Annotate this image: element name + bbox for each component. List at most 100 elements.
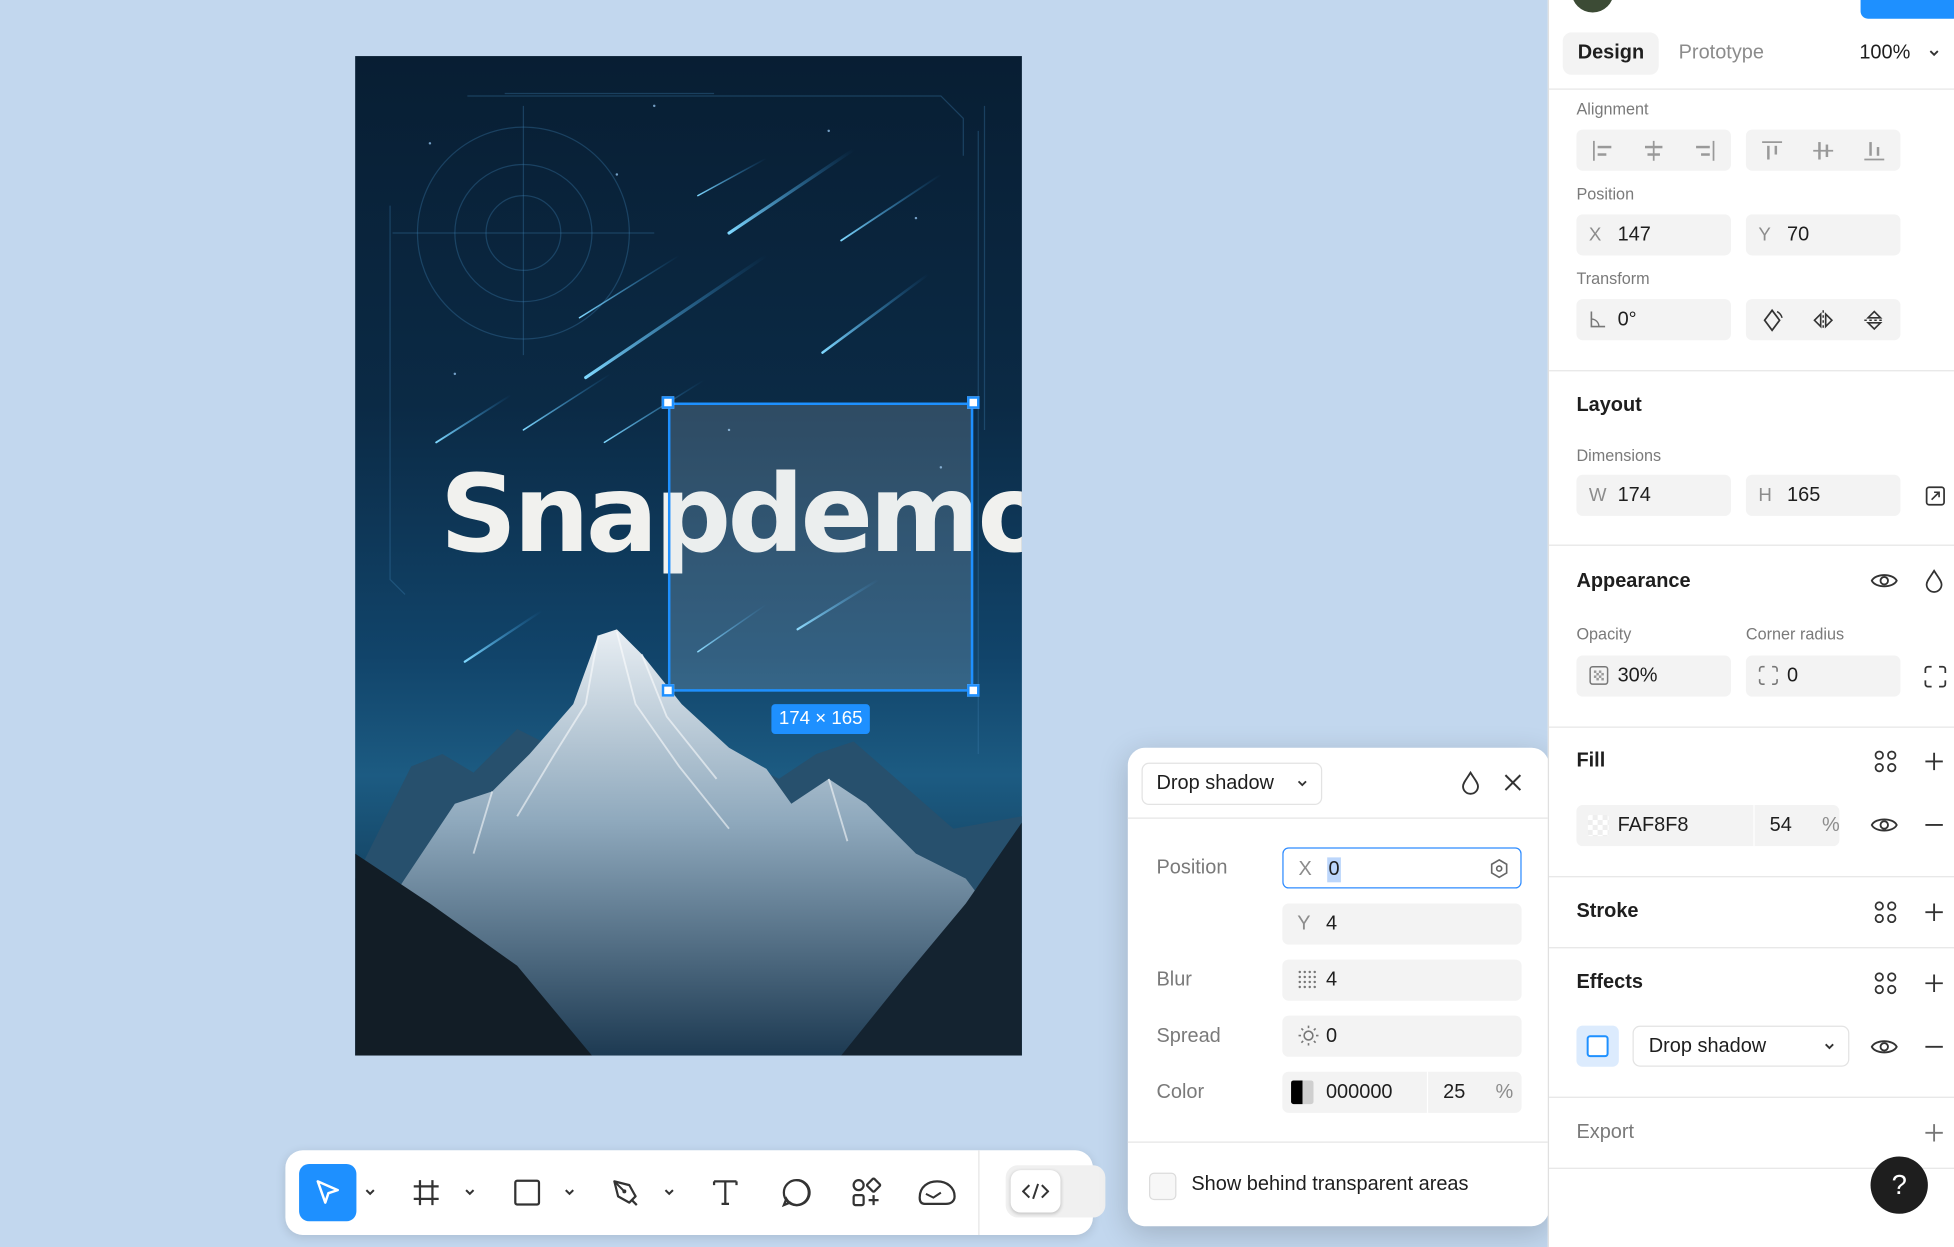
frame-tool-menu[interactable] xyxy=(461,1164,478,1221)
rotation-input[interactable]: 0° xyxy=(1576,299,1731,341)
align-left-icon[interactable] xyxy=(1576,130,1627,171)
add-export-plus-icon[interactable] xyxy=(1919,1118,1949,1148)
height-input[interactable]: H 165 xyxy=(1745,474,1901,516)
transform-label: Transform xyxy=(1576,269,1650,288)
effect-settings-button[interactable] xyxy=(1576,1025,1619,1067)
y-position-input[interactable]: Y 70 xyxy=(1745,214,1901,256)
selected-rectangle[interactable] xyxy=(667,402,974,692)
percent-sign: % xyxy=(1821,815,1840,837)
shadow-y-input[interactable]: Y 4 xyxy=(1282,903,1522,945)
components-grid-icon xyxy=(852,1177,882,1207)
vertical-align-group xyxy=(1745,129,1901,171)
resize-handle-top-right[interactable] xyxy=(967,396,980,409)
x-position-value: 147 xyxy=(1617,224,1651,246)
pen-tool[interactable] xyxy=(607,1164,644,1221)
chevron-down-icon[interactable] xyxy=(1928,42,1940,71)
spread-input[interactable]: 0 xyxy=(1282,1015,1522,1057)
blur-input[interactable]: 4 xyxy=(1282,959,1522,1001)
styles-grid-icon[interactable] xyxy=(1871,746,1901,776)
rectangle-tool-menu[interactable] xyxy=(561,1164,578,1221)
blur-label: Blur xyxy=(1156,969,1192,991)
fill-opacity-value[interactable]: 54 xyxy=(1770,805,1792,846)
independent-corners-icon[interactable] xyxy=(1920,662,1950,692)
x-position-input[interactable]: X 147 xyxy=(1576,214,1731,256)
show-behind-label: Show behind transparent areas xyxy=(1191,1173,1469,1196)
export-title: Export xyxy=(1576,1121,1635,1143)
move-tool[interactable] xyxy=(299,1163,357,1222)
frame-tool[interactable] xyxy=(408,1164,445,1221)
tab-prototype[interactable]: Prototype xyxy=(1664,32,1779,74)
add-fill-plus-icon[interactable] xyxy=(1919,746,1949,776)
align-top-icon[interactable] xyxy=(1746,130,1797,171)
align-middle-icon[interactable] xyxy=(1797,130,1848,171)
variable-hex-icon[interactable] xyxy=(1488,857,1510,886)
fill-visibility-eye-icon[interactable] xyxy=(1869,810,1899,840)
angle-icon xyxy=(1589,309,1606,329)
frame-hash-icon xyxy=(413,1180,439,1206)
actions-tool[interactable] xyxy=(915,1164,960,1221)
resize-handle-bottom-right[interactable] xyxy=(967,684,980,697)
styles-grid-icon[interactable] xyxy=(1871,897,1901,927)
properties-panel: Design Prototype 100% Alignment Position… xyxy=(1547,0,1954,1247)
rectangle-tool[interactable] xyxy=(508,1164,545,1221)
opacity-input[interactable]: 30% xyxy=(1576,655,1731,697)
fill-swatch[interactable] xyxy=(1587,815,1609,837)
rotate-icon[interactable] xyxy=(1746,299,1797,340)
width-input[interactable]: W 174 xyxy=(1576,474,1731,516)
share-button[interactable] xyxy=(1860,0,1954,19)
resize-handle-top-left[interactable] xyxy=(661,396,675,409)
corner-radius-icon xyxy=(1758,665,1778,685)
effect-type-select[interactable]: Drop shadow xyxy=(1141,762,1323,806)
constrain-proportions-icon[interactable] xyxy=(1920,481,1950,511)
horizontal-align-group xyxy=(1576,129,1731,171)
shadow-color-input[interactable]: 000000 25 % xyxy=(1282,1071,1522,1113)
text-tool[interactable] xyxy=(707,1164,744,1221)
avatar[interactable] xyxy=(1571,0,1614,13)
resize-handle-bottom-left[interactable] xyxy=(661,684,675,697)
align-bottom-icon[interactable] xyxy=(1848,130,1899,171)
corner-radius-value: 0 xyxy=(1787,665,1799,687)
fill-color-input[interactable]: FAF8F8 54 % xyxy=(1576,805,1840,847)
visibility-eye-icon[interactable] xyxy=(1869,566,1899,596)
flip-vertical-icon[interactable] xyxy=(1848,299,1899,340)
flip-horizontal-icon[interactable] xyxy=(1797,299,1848,340)
move-tool-menu[interactable] xyxy=(361,1164,378,1221)
effect-type-dropdown[interactable]: Drop shadow xyxy=(1632,1025,1850,1067)
shadow-x-input[interactable]: X 0 xyxy=(1282,847,1522,889)
shadow-color-opacity[interactable]: 25 xyxy=(1443,1072,1465,1113)
remove-effect-minus-icon[interactable] xyxy=(1919,1032,1949,1062)
toolbar-divider xyxy=(978,1150,980,1235)
components-tool[interactable] xyxy=(847,1164,884,1221)
appearance-title: Appearance xyxy=(1576,570,1691,592)
close-icon[interactable] xyxy=(1498,768,1528,798)
pen-tool-menu[interactable] xyxy=(660,1164,677,1221)
align-right-icon[interactable] xyxy=(1679,130,1730,171)
transform-group xyxy=(1745,299,1901,341)
spread-label: Spread xyxy=(1156,1025,1221,1047)
comment-tool[interactable] xyxy=(778,1164,815,1221)
add-effect-plus-icon[interactable] xyxy=(1919,968,1949,998)
add-stroke-plus-icon[interactable] xyxy=(1919,897,1949,927)
zoom-level[interactable]: 100% xyxy=(1859,42,1910,64)
remove-fill-minus-icon[interactable] xyxy=(1919,810,1949,840)
effect-visibility-eye-icon[interactable] xyxy=(1869,1032,1899,1062)
divider xyxy=(1549,947,1954,949)
corner-radius-input[interactable]: 0 xyxy=(1745,655,1901,697)
dev-mode-toggle[interactable] xyxy=(1005,1165,1106,1218)
styles-grid-icon[interactable] xyxy=(1871,968,1901,998)
align-center-icon[interactable] xyxy=(1628,130,1679,171)
blend-mode-droplet-icon[interactable] xyxy=(1919,566,1949,596)
tab-design[interactable]: Design xyxy=(1562,32,1660,75)
shadow-color-hex: 000000 xyxy=(1325,1081,1393,1103)
layout-title: Layout xyxy=(1576,395,1642,417)
blend-droplet-icon[interactable] xyxy=(1456,768,1486,798)
divider xyxy=(1549,1096,1954,1098)
show-behind-checkbox[interactable] xyxy=(1148,1172,1177,1201)
percent-sign: % xyxy=(1495,1081,1514,1103)
effect-type-value: Drop shadow xyxy=(1156,772,1274,794)
text-t-icon xyxy=(712,1180,738,1205)
drop-shadow-popover: Drop shadow Position X 0 Y 4 Blur 4 Spre… xyxy=(1127,747,1550,1227)
divider xyxy=(1549,726,1954,728)
color-swatch[interactable] xyxy=(1291,1080,1314,1105)
help-button[interactable]: ? xyxy=(1870,1156,1928,1214)
